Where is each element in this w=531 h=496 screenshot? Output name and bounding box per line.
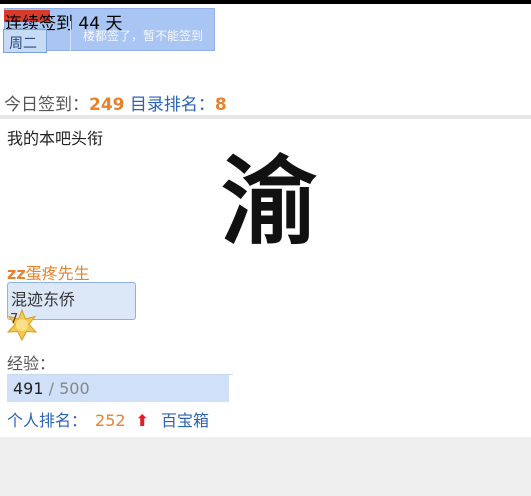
directory-rank-link[interactable]: 目录排名：8 bbox=[130, 95, 227, 115]
weekday-button[interactable]: 周二 bbox=[3, 29, 47, 53]
username-rest: 蛋疼先生 bbox=[25, 264, 90, 283]
level-number: 7 bbox=[10, 312, 19, 327]
today-signin-count: 249 bbox=[89, 95, 125, 115]
rank-up-arrow-icon: ⬆ bbox=[135, 411, 149, 430]
experience-bar: 491 / 500 bbox=[7, 374, 233, 402]
personal-rank-value: 252 bbox=[95, 411, 126, 430]
signin-disabled-button[interactable]: 楼都签了，暂不能签到 bbox=[70, 21, 213, 51]
experience-max: / 500 bbox=[43, 379, 90, 398]
username-link[interactable]: zz蛋疼先生 bbox=[7, 260, 90, 284]
directory-rank-label: 目录排名： bbox=[129, 95, 215, 115]
username-prefix: zz bbox=[7, 264, 26, 283]
personal-rank-row: 个人排名： 252 ⬆ 百宝箱 bbox=[7, 407, 209, 431]
experience-current: 491 bbox=[13, 379, 44, 398]
treasure-box-link[interactable]: 百宝箱 bbox=[161, 411, 209, 430]
personal-rank-label: 个人排名： bbox=[7, 411, 88, 430]
experience-label: 经验： bbox=[7, 354, 56, 373]
title-panel: 我的本吧头衔 渝 zz蛋疼先生 混迹东侨 7 经验： 491 / 500 个人排… bbox=[0, 119, 531, 437]
calligraphy-image: 渝 bbox=[221, 149, 317, 253]
today-signin-label: 今日签到： bbox=[4, 95, 89, 115]
section-title: 我的本吧头衔 bbox=[7, 129, 104, 148]
experience-value: 491 / 500 bbox=[13, 379, 90, 398]
directory-rank-value: 8 bbox=[214, 95, 227, 115]
signin-panel: 连续签到 44 天 周二 楼都签了，暂不能签到 今日签到：249 目录排名：8 bbox=[0, 4, 531, 115]
calligraphy-char: 渝 bbox=[221, 149, 317, 253]
signin-stats: 今日签到：249 目录排名：8 bbox=[4, 90, 227, 115]
